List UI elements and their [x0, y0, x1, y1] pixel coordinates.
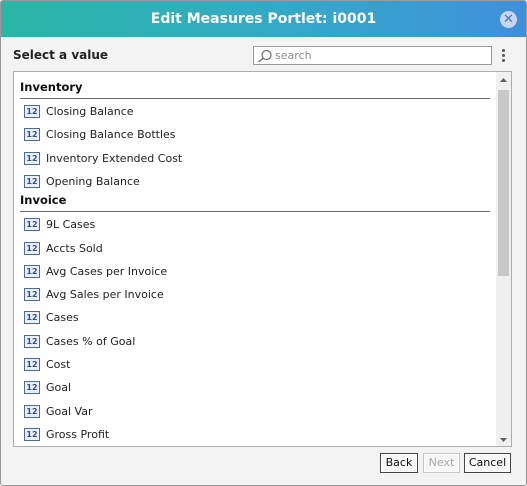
list-item-label: Gross Profit — [46, 428, 110, 441]
list-item[interactable]: 12 9L Cases — [24, 217, 484, 235]
measures-list: Inventory 12 Closing Balance 12 Closing Bala… — [13, 71, 512, 447]
cancel-button[interactable]: Cancel — [464, 453, 511, 473]
numeric-measure-icon: 12 — [24, 242, 40, 255]
close-icon[interactable]: ✕ — [500, 11, 517, 28]
back-button[interactable]: Back — [380, 453, 418, 473]
scroll-up-icon[interactable] — [496, 72, 511, 86]
numeric-measure-icon: 12 — [24, 265, 40, 278]
list-item-label: Inventory Extended Cost — [46, 152, 183, 165]
list-item-label: Accts Sold — [46, 242, 103, 255]
group-header: Inventory — [20, 80, 490, 99]
list-item[interactable]: 12 Gross Profit — [24, 427, 484, 445]
scroll-thumb[interactable] — [498, 90, 509, 276]
search-icon — [258, 49, 272, 63]
numeric-measure-icon: 12 — [24, 428, 40, 441]
list-item-label: Opening Balance — [46, 175, 140, 188]
list-item[interactable]: 12 Opening Balance — [24, 174, 484, 192]
list-item-label: Cases % of Goal — [46, 335, 136, 348]
search-box[interactable] — [253, 46, 492, 65]
scroll-down-icon[interactable] — [496, 432, 511, 446]
numeric-measure-icon: 12 — [24, 218, 40, 231]
list-item[interactable]: 12 Cases — [24, 310, 484, 328]
list-item[interactable]: 12 Accts Sold — [24, 241, 484, 259]
vertical-scrollbar[interactable] — [496, 72, 511, 446]
list-item[interactable]: 12 Closing Balance Bottles — [24, 127, 484, 145]
list-item-label: Avg Cases per Invoice — [46, 265, 168, 278]
numeric-measure-icon: 12 — [24, 175, 40, 188]
list-item[interactable]: 12 Avg Sales per Invoice — [24, 287, 484, 305]
list-item-label: Avg Sales per Invoice — [46, 288, 164, 301]
more-options-icon[interactable] — [499, 48, 507, 65]
list-item[interactable]: 12 Goal Var — [24, 404, 484, 422]
dialog-title: Edit Measures Portlet: i0001 — [150, 11, 377, 27]
edit-measures-dialog: Edit Measures Portlet: i0001 ✕ Select a … — [0, 0, 527, 486]
list-item[interactable]: 12 Inventory Extended Cost — [24, 151, 484, 169]
title-bar: Edit Measures Portlet: i0001 ✕ — [1, 1, 526, 37]
numeric-measure-icon: 12 — [24, 288, 40, 301]
group-header: Invoice — [20, 193, 490, 213]
numeric-measure-icon: 12 — [24, 152, 40, 165]
list-item[interactable]: 12 Goal — [24, 380, 484, 398]
list-item-label: Goal — [46, 381, 72, 394]
numeric-measure-icon: 12 — [24, 335, 40, 348]
list-item-label: Cases — [46, 311, 79, 324]
list-item-label: Goal Var — [46, 405, 93, 418]
list-item-label: Closing Balance — [46, 105, 134, 118]
numeric-measure-icon: 12 — [24, 405, 40, 418]
list-item[interactable]: 12 Avg Cases per Invoice — [24, 264, 484, 282]
numeric-measure-icon: 12 — [24, 105, 40, 118]
list-item-label: Closing Balance Bottles — [46, 128, 176, 141]
list-item-label: Cost — [46, 358, 71, 371]
numeric-measure-icon: 12 — [24, 128, 40, 141]
numeric-measure-icon: 12 — [24, 381, 40, 394]
select-value-label: Select a value — [13, 48, 109, 62]
numeric-measure-icon: 12 — [24, 311, 40, 324]
next-button[interactable]: Next — [423, 453, 460, 473]
list-item[interactable]: 12 Cases % of Goal — [24, 334, 484, 352]
search-input[interactable] — [275, 48, 487, 63]
list-item[interactable]: 12 Closing Balance — [24, 104, 484, 122]
list-item[interactable]: 12 Cost — [24, 357, 484, 375]
list-item-label: 9L Cases — [46, 218, 96, 231]
numeric-measure-icon: 12 — [24, 358, 40, 371]
